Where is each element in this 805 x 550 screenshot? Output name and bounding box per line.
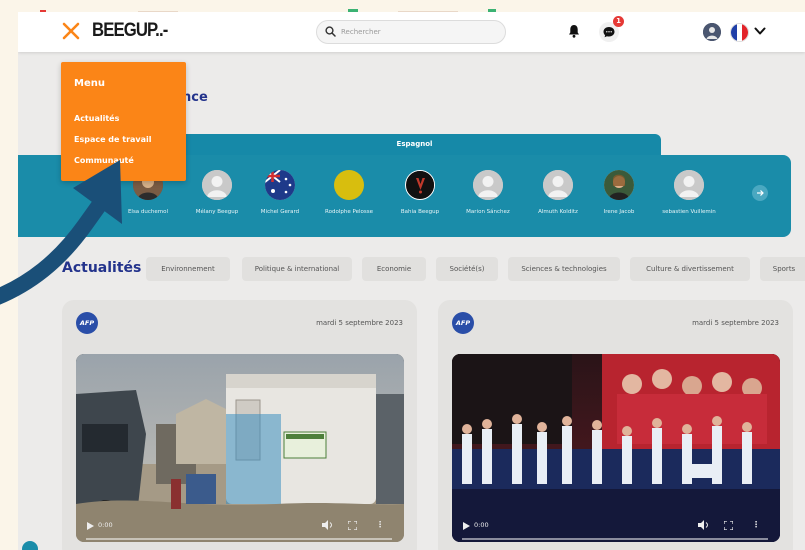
avatar [674,170,704,200]
person-name: Michel Gerard [260,209,300,215]
person-card[interactable]: Irene Jacob [584,170,654,215]
dropdown-menu: Menu Actualités Espace de travail Commun… [61,62,186,181]
video-player[interactable]: 0:00 ⋮ [76,354,404,542]
top-bar: BEEGUP..- 1 [18,12,805,52]
person-card[interactable]: Mélany Beegup [182,170,252,215]
news-card[interactable]: AFP mardi 5 septembre 2023 0:00 ⋮ [62,300,417,550]
video-controls: 0:00 ⋮ [452,514,780,542]
avatar [265,170,295,200]
video-controls: 0:00 ⋮ [76,514,404,542]
browser-top-strip [18,0,805,12]
app-window: BEEGUP..- 1 [18,12,805,550]
person-name: sebastien Vuillemin [662,209,716,215]
category-chip[interactable]: Sciences & technologies [508,257,620,281]
tab-language[interactable]: Espagnol [168,134,661,156]
category-chip[interactable]: Politique & international [242,257,352,281]
person-card[interactable]: Marion Sánchez [453,170,523,215]
volume-icon[interactable] [698,520,710,530]
fullscreen-icon[interactable] [724,521,733,530]
close-menu-icon[interactable] [62,22,80,40]
person-name: Mélany Beegup [195,209,239,215]
avatar [334,170,364,200]
avatar [473,170,503,200]
person-name: Rodolphe Pelosse [325,209,373,215]
avatar [405,170,435,200]
person-name: Irene Jacob [603,209,635,215]
carousel-next-button[interactable] [752,185,768,201]
arrow-right-icon [757,190,764,196]
volume-icon[interactable] [322,520,334,530]
beegup-logo[interactable]: BEEGUP..- [92,20,168,42]
search-box[interactable] [316,20,506,44]
video-progress-bar[interactable] [86,538,392,540]
menu-item-actualites[interactable]: Actualités [74,114,119,123]
person-name: Elsa duchemol [127,209,169,215]
avatar [543,170,573,200]
afp-logo: AFP [452,312,474,334]
search-icon [325,26,336,37]
notification-badge: 1 [613,16,624,27]
category-chip[interactable]: Economie [362,257,426,281]
person-name: Marion Sánchez [466,209,510,215]
news-card[interactable]: AFP mardi 5 septembre 2023 0:00 ⋮ [438,300,793,550]
play-icon[interactable] [463,522,470,530]
france-flag-icon[interactable] [730,23,749,42]
more-options-icon[interactable]: ⋮ [752,520,760,529]
person-name: Almuth Kolditz [538,209,578,215]
chat-bubble-icon [603,27,615,38]
video-time: 0:00 [98,521,113,529]
bell-icon[interactable] [568,24,580,38]
fullscreen-icon[interactable] [348,521,357,530]
person-card[interactable]: Michel Gerard [245,170,315,215]
category-chip[interactable]: Sports [760,257,805,281]
person-name: Bahia Beegup [400,209,440,215]
category-chip[interactable]: Culture & divertissement [630,257,750,281]
video-player[interactable]: 0:00 ⋮ [452,354,780,542]
avatar [202,170,232,200]
person-card[interactable]: sebastien Vuillemin [654,170,724,215]
news-title: Actualités [62,260,142,276]
category-chip[interactable]: Société(s) [436,257,498,281]
search-input[interactable] [341,24,491,40]
play-icon[interactable] [87,522,94,530]
menu-item-espace-de-travail[interactable]: Espace de travail [74,135,152,144]
menu-item-communaute[interactable]: Communauté [74,156,134,165]
video-time: 0:00 [474,521,489,529]
chevron-down-icon[interactable] [754,26,766,36]
person-card[interactable]: Bahia Beegup [385,170,455,215]
person-card[interactable]: Almuth Kolditz [523,170,593,215]
category-chip[interactable]: Environnement [146,257,230,281]
card-date: mardi 5 septembre 2023 [692,319,779,327]
more-options-icon[interactable]: ⋮ [376,520,384,529]
person-card[interactable]: Rodolphe Pelosse [314,170,384,215]
video-progress-bar[interactable] [462,538,768,540]
card-date: mardi 5 septembre 2023 [316,319,403,327]
avatar [604,170,634,200]
user-avatar[interactable] [703,23,721,41]
menu-title: Menu [74,78,105,89]
afp-logo: AFP [76,312,98,334]
